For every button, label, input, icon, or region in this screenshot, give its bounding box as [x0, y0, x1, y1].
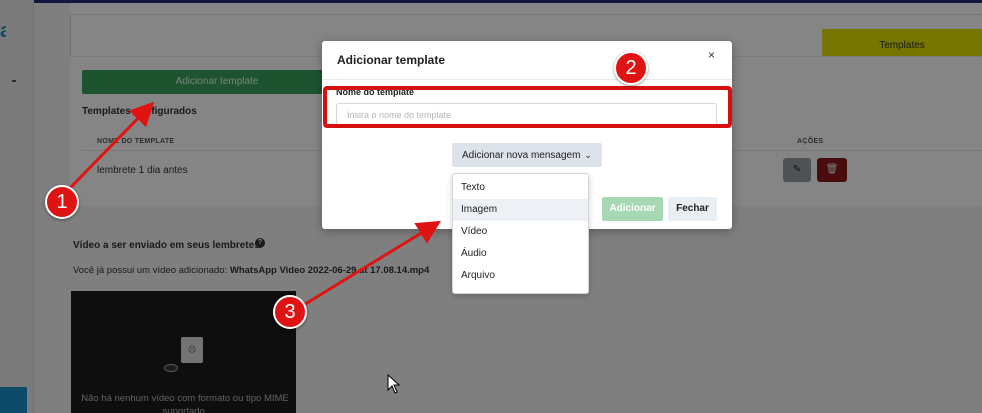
template-name-label: Nome do template	[336, 87, 415, 97]
close-icon[interactable]: ×	[708, 48, 715, 62]
submit-button[interactable]: Adicionar	[602, 197, 663, 221]
menu-item-audio[interactable]: Áudio	[453, 243, 588, 265]
close-button[interactable]: Fechar	[668, 197, 717, 221]
chevron-down-icon: ⌄	[584, 150, 592, 160]
menu-item-arquivo[interactable]: Arquivo	[453, 265, 588, 287]
menu-item-texto[interactable]: Texto	[453, 177, 588, 199]
template-name-input[interactable]	[336, 103, 717, 127]
add-message-dropdown-button[interactable]: Adicionar nova mensagem ⌄	[452, 143, 602, 167]
modal-divider	[322, 79, 732, 80]
menu-item-video[interactable]: Vídeo	[453, 221, 588, 243]
message-type-menu: Texto Imagem Vídeo Áudio Arquivo	[452, 173, 589, 294]
menu-item-imagem[interactable]: Imagem	[453, 199, 588, 221]
modal-title: Adicionar template	[337, 53, 446, 67]
add-message-label: Adicionar nova mensagem	[462, 150, 581, 161]
